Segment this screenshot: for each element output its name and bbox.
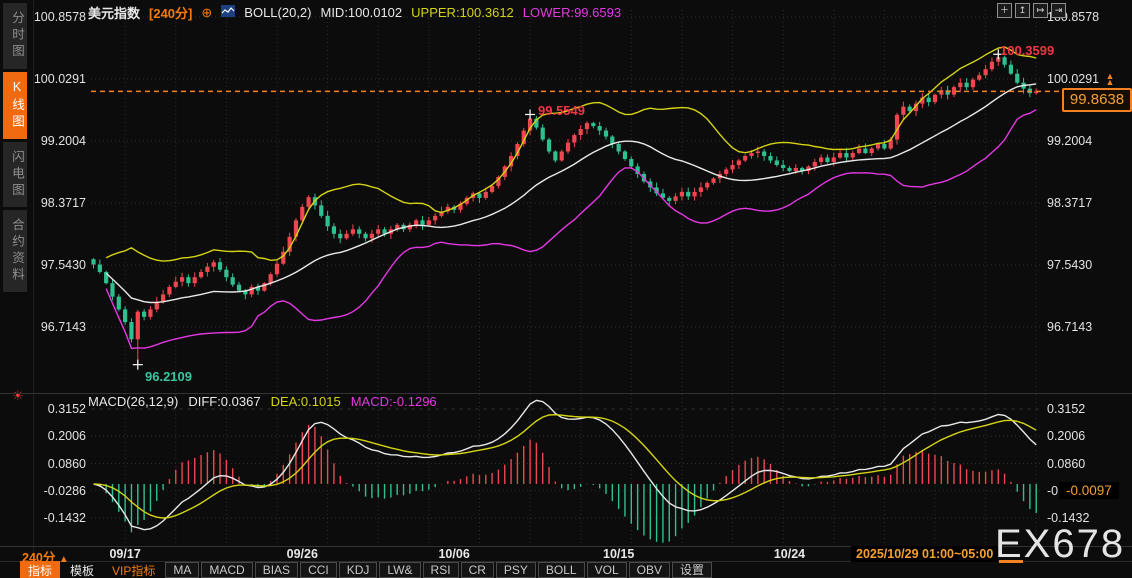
toolbar-item-模板[interactable]: 模板 xyxy=(62,561,102,578)
toolbar-item-CR[interactable]: CR xyxy=(460,562,494,578)
chart-thumbnail-icon[interactable] xyxy=(221,5,236,20)
toolbar-item-MACD[interactable]: MACD xyxy=(201,562,253,578)
y-axis-label: 99.2004 xyxy=(40,134,86,148)
macd-title: MACD(26,12,9) xyxy=(88,394,179,409)
y-axis-label: 96.7143 xyxy=(40,320,86,334)
chart-canvas xyxy=(91,10,1063,545)
toolbar-item-KDJ[interactable]: KDJ xyxy=(338,562,378,578)
date-tick-10/06: 10/06 xyxy=(438,547,470,561)
y-axis-label: 100.0291 xyxy=(33,72,86,86)
toolbar-item-设置[interactable]: 设置 xyxy=(671,562,712,578)
y-axis-label: -0.1432 xyxy=(43,511,86,525)
move-icon[interactable]: ＋ xyxy=(997,3,1012,18)
y-axis-label: 96.7143 xyxy=(1047,320,1093,334)
sidebar-tab-闪电图[interactable]: 闪电图 xyxy=(3,141,27,207)
y-axis-label: 100.0291 xyxy=(1047,72,1100,86)
chart-tools: ＋ ↥ ↦ ⇥ xyxy=(997,3,1066,18)
y-axis-label: 0.2006 xyxy=(47,429,86,444)
y-axis-label: -0.0286 xyxy=(43,483,86,498)
date-tick-10/15: 10/15 xyxy=(603,547,635,561)
date-tick-09/26: 09/26 xyxy=(286,547,318,561)
toolbar-item-BIAS[interactable]: BIAS xyxy=(254,562,299,578)
current-price-badge: 99.8638 xyxy=(1062,88,1132,113)
toolbar-item-PSY[interactable]: PSY xyxy=(495,562,536,578)
macd-dea-line xyxy=(93,413,1037,519)
y-axis-label: 98.3717 xyxy=(1047,196,1093,210)
high-annotation: 100.3599 xyxy=(1000,43,1055,58)
y-axis-left: 100.8578 100.0291 99.2004 98.3717 97.5430 96.… xyxy=(28,0,86,562)
x-axis-row: 240分 ▲ 2025/10/29 01:00~05:00 09/17 09/26… xyxy=(0,546,1132,565)
chart-header: 美元指数 [240分] ⊕ BOLL(20,2) MID:100.0102 UP… xyxy=(88,3,621,22)
mid-high-annotation: 99.5549 xyxy=(538,103,585,118)
y-axis-label: 0.0860 xyxy=(1047,456,1086,471)
boll-label: BOLL(20,2) xyxy=(244,5,312,20)
macd-diff-line xyxy=(93,399,1037,531)
y-axis-label: 0.3152 xyxy=(47,402,86,416)
macd-diff-value: DIFF:0.0367 xyxy=(188,394,261,409)
macd-histogram xyxy=(99,424,1037,543)
macd-value-badge: -0.0097 xyxy=(1059,482,1119,499)
y-axis-label: 99.2004 xyxy=(1047,134,1093,148)
toolbar-item-指标[interactable]: 指标 xyxy=(20,560,61,578)
y-axis-label: 98.3717 xyxy=(40,196,86,210)
boll-lower-line xyxy=(105,109,1037,350)
y-axis-label: 0.3152 xyxy=(1047,402,1086,416)
interval-label[interactable]: [240分] xyxy=(149,3,192,22)
sidebar-tab-合约资料[interactable]: 合约资料 xyxy=(3,210,27,292)
toolbar-item-CCI[interactable]: CCI xyxy=(300,562,337,578)
chart-app-window: 分时图 K线图 闪电图合约资料 ☀ 美元指数 [240分] ⊕ BOLL(20,2)… xyxy=(0,0,1132,578)
date-tick-09/17: 09/17 xyxy=(109,547,141,561)
crosshair-icon[interactable]: ⊕ xyxy=(201,5,212,21)
extreme-markers xyxy=(132,49,1004,370)
y-axis-label: 97.5430 xyxy=(40,258,86,272)
scale-horizontal-icon[interactable]: ↦ xyxy=(1033,3,1048,18)
session-time-label: 2025/10/29 01:00~05:00 xyxy=(851,546,999,562)
toolbar-item-OBV[interactable]: OBV xyxy=(628,562,670,578)
toolbar-item-MA[interactable]: MA xyxy=(165,562,200,578)
macd-macd-value: MACD:-0.1296 xyxy=(350,394,437,409)
gridlines xyxy=(91,10,1042,545)
toolbar-item-BOLL[interactable]: BOLL xyxy=(537,562,585,578)
brand-underline xyxy=(999,560,1023,563)
toolbar-item-RSI[interactable]: RSI xyxy=(422,562,459,578)
scale-vertical-icon[interactable]: ↥ xyxy=(1015,3,1030,18)
indicator-toolbar: 指标 模板 VIP指标 MA MACD BIAS CCI KDJ LW& RSI CR PSY BOLL… xyxy=(20,560,712,578)
candles xyxy=(91,54,1039,365)
low-annotation: 96.2109 xyxy=(145,369,192,384)
price-up-arrows-icon: ▲ ▲ xyxy=(1105,71,1115,88)
macd-header: MACD(26,12,9) DIFF:0.0367 DEA:0.1015 MAC… xyxy=(88,394,437,409)
toolbar-item-VOL[interactable]: VOL xyxy=(586,562,627,578)
shift-right-icon[interactable]: ⇥ xyxy=(1051,3,1066,18)
macd-dea-value: DEA:0.1015 xyxy=(270,394,341,409)
boll-upper-line xyxy=(105,46,1037,262)
y-axis-label: 97.5430 xyxy=(1047,258,1093,272)
boll-mid-value: MID:100.0102 xyxy=(320,5,403,20)
alert-icon[interactable]: ☀ xyxy=(12,388,24,404)
date-tick-10/24: 10/24 xyxy=(773,547,806,561)
toolbar-item-LW&[interactable]: LW& xyxy=(379,562,421,578)
symbol-name: 美元指数 xyxy=(88,6,141,21)
sidebar-tab-K线图[interactable]: K线图 xyxy=(3,71,27,139)
y-axis-label: 0.0860 xyxy=(47,456,86,471)
toolbar-item-VIP指标[interactable]: VIP指标 xyxy=(104,561,163,578)
y-axis-label: 100.8578 xyxy=(33,10,86,24)
sidebar-tab-分时图[interactable]: 分时图 xyxy=(3,3,27,69)
y-axis-label: 0.2006 xyxy=(1047,429,1086,444)
y-axis-right: 100.8578 100.0291 99.2004 98.3717 97.5430 96.… xyxy=(1047,0,1131,562)
boll-lower-value: LOWER:99.6593 xyxy=(522,5,622,20)
boll-upper-value: UPPER:100.3612 xyxy=(411,5,514,20)
